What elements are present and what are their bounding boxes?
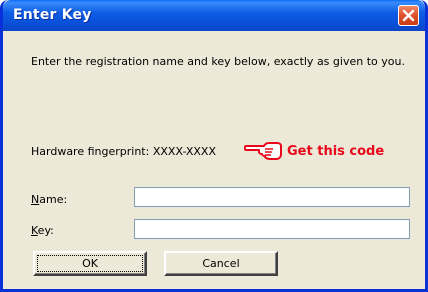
cancel-button[interactable]: Cancel <box>164 251 278 276</box>
name-label: Name: <box>31 193 68 206</box>
ok-button[interactable]: OK <box>33 251 147 276</box>
name-input[interactable] <box>134 187 410 207</box>
window-title: Enter Key <box>13 7 92 23</box>
get-this-code-hint: Get this code <box>287 144 385 159</box>
hardware-fingerprint: Hardware fingerprint: XXXX-XXXX <box>31 145 216 158</box>
pointing-hand-icon <box>244 142 282 160</box>
fingerprint-label: Hardware fingerprint: <box>31 145 150 158</box>
close-button[interactable] <box>398 5 419 26</box>
fingerprint-value: XXXX-XXXX <box>152 145 217 158</box>
instructions-text: Enter the registration name and key belo… <box>31 55 405 68</box>
key-input[interactable] <box>134 219 410 239</box>
close-icon <box>402 9 415 22</box>
title-bar[interactable]: Enter Key <box>3 0 425 31</box>
key-label: Key: <box>31 224 54 237</box>
